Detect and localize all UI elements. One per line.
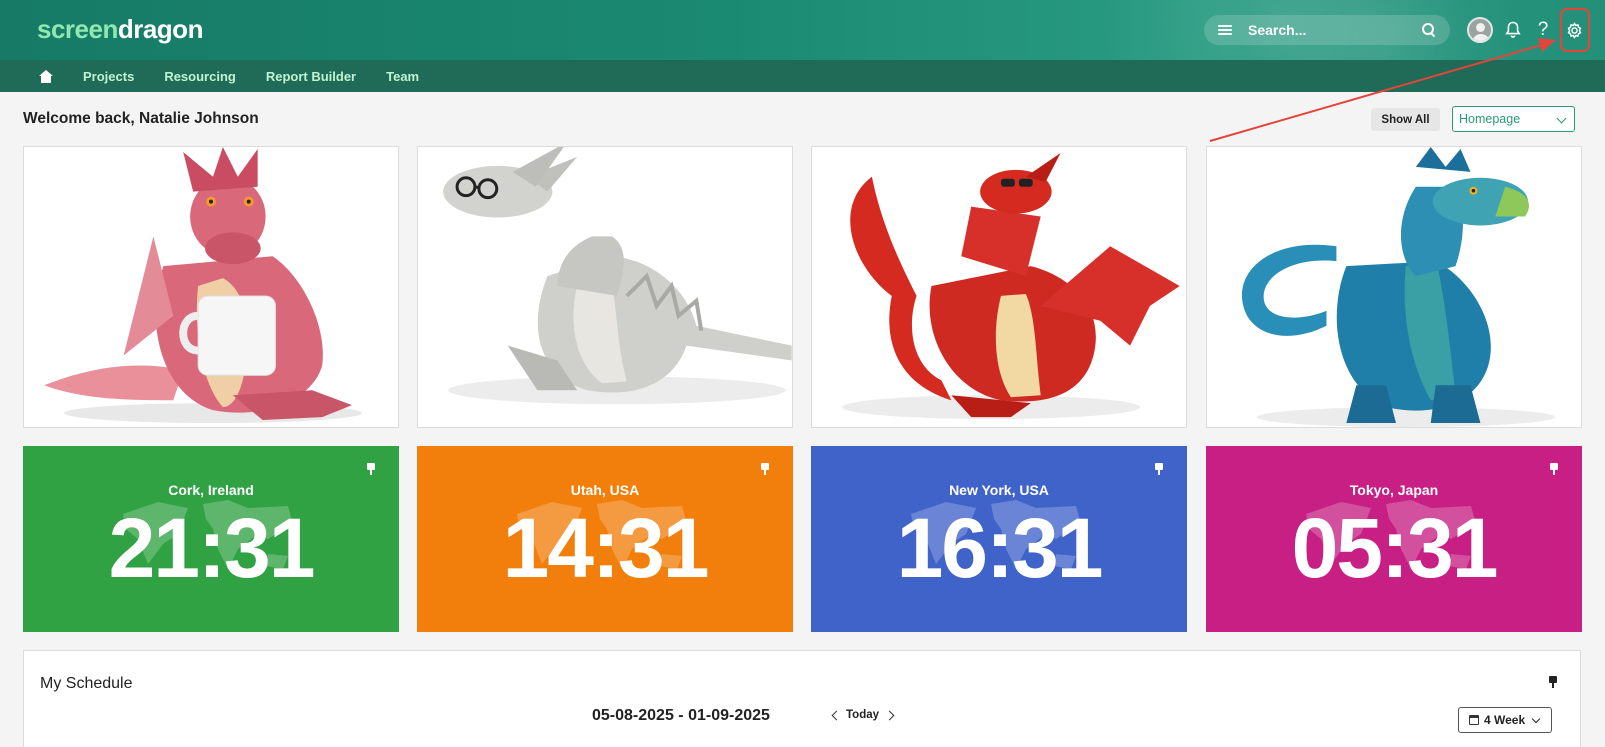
dragon-image-pink bbox=[23, 146, 399, 428]
nav-item-team[interactable]: Team bbox=[386, 69, 419, 84]
my-schedule-panel: My Schedule 05-08-2025 - 01-09-2025 Toda… bbox=[23, 650, 1581, 747]
clock-time: 16:31 bbox=[896, 501, 1104, 595]
pin-icon[interactable] bbox=[1549, 463, 1559, 475]
show-all-button[interactable]: Show All bbox=[1371, 108, 1440, 131]
dragon-image-red bbox=[811, 146, 1187, 428]
pin-icon[interactable] bbox=[1154, 463, 1164, 475]
nav-item-projects[interactable]: Projects bbox=[83, 69, 134, 84]
logo-text-dragon: dragon bbox=[117, 14, 204, 44]
help-icon[interactable]: ? bbox=[1530, 17, 1556, 43]
nav-item-report-builder[interactable]: Report Builder bbox=[266, 69, 356, 84]
schedule-date-range: 05-08-2025 - 01-09-2025 bbox=[592, 707, 770, 724]
avatar[interactable] bbox=[1467, 17, 1493, 43]
clock-tile-cork: Cork, Ireland 21:31 bbox=[23, 446, 399, 632]
chevron-down-icon bbox=[1531, 714, 1541, 723]
homepage-select-value: Homepage bbox=[1459, 112, 1521, 126]
gear-highlight-box bbox=[1560, 8, 1590, 52]
clock-tile-utah: Utah, USA 14:31 bbox=[417, 446, 793, 632]
clock-city: Tokyo, Japan bbox=[1349, 482, 1439, 498]
clock-tile-new-york: New York, USA 16:31 bbox=[811, 446, 1187, 632]
pin-icon[interactable] bbox=[1548, 676, 1558, 688]
pin-icon[interactable] bbox=[760, 463, 770, 475]
previous-arrow-icon[interactable] bbox=[831, 710, 842, 721]
search-bar[interactable]: Search... bbox=[1204, 15, 1450, 45]
pin-icon[interactable] bbox=[366, 463, 376, 475]
search-icon[interactable] bbox=[1422, 23, 1436, 37]
today-button[interactable]: Today bbox=[846, 709, 879, 721]
bell-icon[interactable] bbox=[1500, 17, 1526, 43]
next-arrow-icon[interactable] bbox=[884, 710, 895, 721]
clock-city: New York, USA bbox=[949, 482, 1049, 498]
search-input[interactable]: Search... bbox=[1248, 22, 1422, 38]
clock-city: Utah, USA bbox=[570, 482, 640, 498]
clock-city: Cork, Ireland bbox=[168, 482, 254, 498]
welcome-heading: Welcome back, Natalie Johnson bbox=[23, 110, 259, 127]
homepage-select[interactable]: Homepage bbox=[1452, 106, 1575, 132]
home-icon[interactable] bbox=[39, 69, 53, 83]
clock-time: 21:31 bbox=[108, 501, 316, 595]
clock-time: 05:31 bbox=[1291, 501, 1499, 595]
menu-icon[interactable] bbox=[1218, 25, 1232, 35]
logo-text-screen: screen bbox=[37, 14, 118, 44]
dragon-image-blue bbox=[1206, 146, 1582, 428]
clock-time: 14:31 bbox=[502, 501, 710, 595]
schedule-title: My Schedule bbox=[40, 675, 133, 692]
calendar-icon bbox=[1469, 715, 1479, 725]
chevron-down-icon bbox=[1556, 113, 1567, 124]
top-header: screendragon Search... ? bbox=[0, 0, 1605, 60]
dragon-image-white bbox=[417, 146, 793, 428]
nav-item-resourcing[interactable]: Resourcing bbox=[164, 69, 236, 84]
view-range-value: 4 Week bbox=[1484, 713, 1526, 727]
screendragon-logo[interactable]: screendragon bbox=[37, 14, 203, 45]
view-range-select[interactable]: 4 Week bbox=[1458, 707, 1552, 733]
clock-tile-tokyo: Tokyo, Japan 05:31 bbox=[1206, 446, 1582, 632]
main-nav: Projects Resourcing Report Builder Team bbox=[0, 60, 1605, 92]
